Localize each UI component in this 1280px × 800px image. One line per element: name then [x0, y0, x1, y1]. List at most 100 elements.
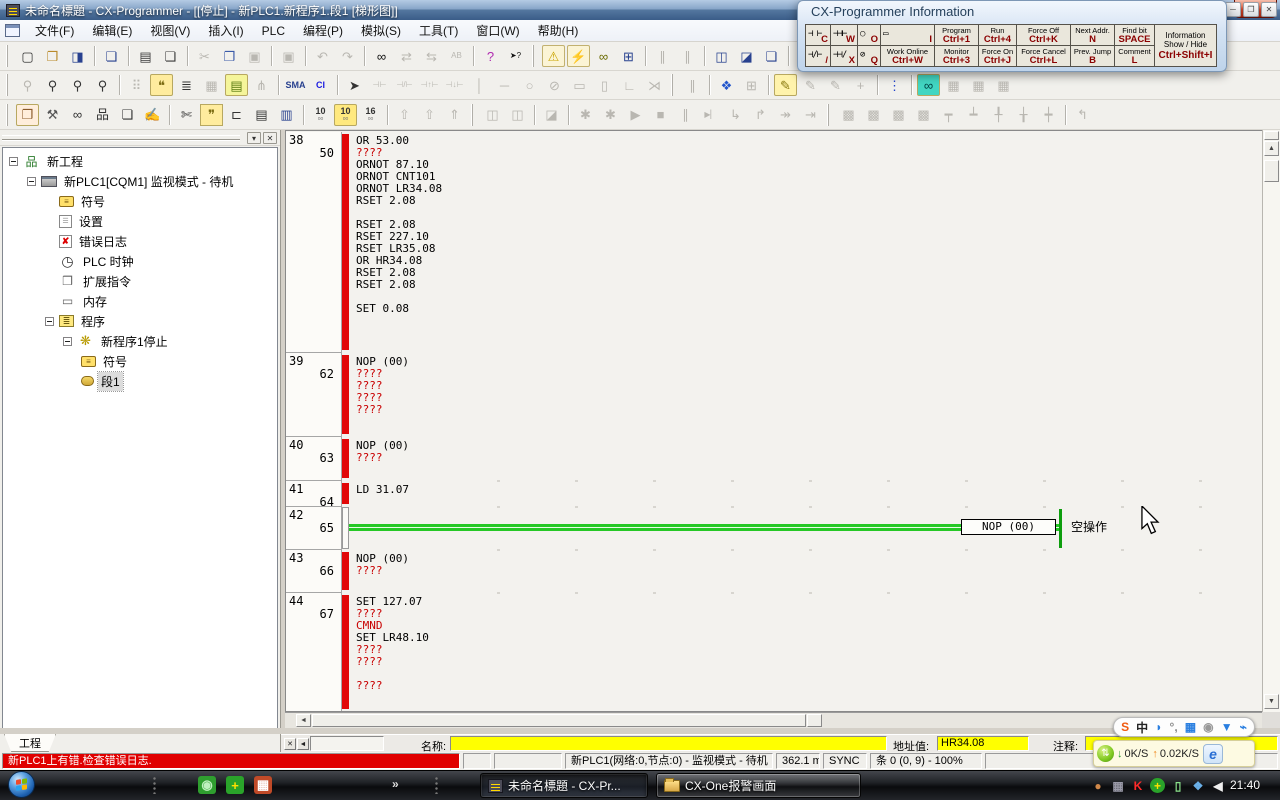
scroll-right-icon[interactable]: [807, 714, 822, 727]
power-plug-icon[interactable]: ▯: [1170, 778, 1186, 794]
expander-icon[interactable]: [63, 337, 72, 346]
rung-42-content[interactable]: NOP (00)空操作: [349, 507, 1262, 550]
rung-wrap-button[interactable]: ≣: [175, 74, 198, 96]
rung-38-number-cell[interactable]: 3850: [286, 132, 342, 353]
expander-icon[interactable]: [27, 177, 36, 186]
task-cx-programmer[interactable]: 未命名標題 - CX-Pr...: [480, 773, 648, 798]
mdi-restore-button[interactable]: ❐: [1243, 2, 1259, 17]
chinese-mode-icon[interactable]: 中: [1136, 719, 1148, 736]
rung-42-number-cell[interactable]: 4265: [286, 507, 342, 550]
vertical-scrollbar[interactable]: ▲ ▼: [1262, 130, 1280, 712]
scroll-down-icon[interactable]: ▼: [1264, 694, 1279, 709]
vertical-scroll-thumb[interactable]: [1264, 160, 1279, 182]
open-file-button[interactable]: ❐: [41, 45, 64, 67]
rung-44-number-cell[interactable]: 4467: [286, 593, 342, 712]
print-button[interactable]: ▤: [134, 45, 157, 67]
rung-40-number-cell[interactable]: 4063: [286, 437, 342, 481]
volume-icon[interactable]: ◀: [1210, 778, 1226, 794]
cross-reference-button[interactable]: 品: [91, 104, 114, 126]
menu-plc[interactable]: PLC: [253, 20, 294, 42]
monitor-hex-button[interactable]: 16oo: [359, 104, 382, 126]
menu-insert[interactable]: 插入(I): [199, 20, 252, 42]
tree-item-memory-node[interactable]: ▭内存: [3, 291, 277, 311]
scrollbar-split-button[interactable]: [1264, 131, 1279, 140]
save-button[interactable]: ◨: [66, 45, 89, 67]
zoom-reset-button[interactable]: ⚲: [91, 74, 114, 96]
print-preview-button[interactable]: ❏: [159, 45, 182, 67]
scroll-left-icon[interactable]: ◄: [296, 714, 311, 727]
build-button[interactable]: ⚒: [41, 104, 64, 126]
expander-icon[interactable]: [9, 157, 18, 166]
rung-split-button[interactable]: ✄: [175, 104, 198, 126]
task-cx-one-folder[interactable]: CX-One报警画面: [656, 773, 861, 798]
mdi-minimize-button[interactable]: ─: [1225, 2, 1241, 17]
monitor-signed-decimal-button[interactable]: 10oo: [334, 104, 357, 126]
menu-edit[interactable]: 编辑(E): [83, 20, 141, 42]
palette-icon[interactable]: ●: [1090, 778, 1106, 794]
transfer-warning-button[interactable]: ⊞: [617, 45, 640, 67]
rung-41-content[interactable]: LD 31.07: [349, 481, 1262, 507]
menu-simulation[interactable]: 模拟(S): [352, 20, 410, 42]
compile-check-button[interactable]: ∞: [592, 45, 615, 67]
compile-button[interactable]: ⚠: [542, 45, 565, 67]
find-window-button[interactable]: ∞: [66, 104, 89, 126]
name-field[interactable]: [450, 736, 887, 751]
workspace-pin-icon[interactable]: ▾: [247, 132, 261, 144]
project-tab[interactable]: 工程: [4, 734, 56, 752]
zoom-in-button[interactable]: ⚲: [66, 74, 89, 96]
new-file-button[interactable]: ▢: [16, 45, 39, 67]
horizontal-scroll-thumb[interactable]: [312, 714, 806, 727]
workspace-close-icon[interactable]: ✕: [263, 132, 277, 144]
monitor-decimal-button[interactable]: 10oo: [309, 104, 332, 126]
menu-view[interactable]: 视图(V): [141, 20, 199, 42]
menu-program[interactable]: 编程(P): [294, 20, 352, 42]
view-list-button[interactable]: ▤: [250, 104, 273, 126]
quick-launch-apps-icon[interactable]: ▦: [254, 776, 272, 794]
rung-41-number-cell[interactable]: 4164: [286, 481, 342, 507]
fullwidth-moon-icon[interactable]: ◗: [1155, 720, 1162, 734]
soft-keyboard-icon[interactable]: ▦: [1185, 720, 1196, 734]
tree-item-error-log-node[interactable]: ✘错误日志: [3, 231, 277, 251]
watch-prev-icon[interactable]: ◄: [297, 738, 309, 750]
ie-icon[interactable]: e: [1203, 744, 1223, 764]
ci-view-button[interactable]: CI: [309, 74, 332, 96]
hr-monitor-button[interactable]: ∞: [917, 74, 940, 96]
tree-item-settings-node[interactable]: ☰设置: [3, 211, 277, 231]
properties-button[interactable]: ✍: [141, 104, 164, 126]
scroll-up-icon[interactable]: ▲: [1264, 141, 1279, 156]
network-monitors-icon[interactable]: ❖: [1190, 778, 1206, 794]
rung-40-content[interactable]: NOP (00)????: [349, 437, 1262, 481]
tree-item-project-root[interactable]: 品新工程: [3, 151, 277, 171]
find-in-files-button[interactable]: ❏: [100, 45, 123, 67]
comment-edit-button[interactable]: ✎: [774, 74, 797, 96]
quick-launch-cx-one-icon[interactable]: +: [226, 776, 244, 794]
view-binary-button[interactable]: ▥: [275, 104, 298, 126]
kaspersky-icon[interactable]: K: [1130, 778, 1146, 794]
tree-item-symbols-node[interactable]: ≡符号: [3, 191, 277, 211]
rung-43-content[interactable]: NOP (00)????: [349, 550, 1262, 593]
copy-button[interactable]: ❐: [218, 45, 241, 67]
rung-shading-button[interactable]: ▤: [225, 74, 248, 96]
help-button[interactable]: ?: [479, 45, 502, 67]
rung-44-content[interactable]: SET 127.07????CMNDSET LR48.10???????????…: [349, 593, 1262, 712]
rung-39-number-cell[interactable]: 3962: [286, 353, 342, 437]
tree-item-program1-symbols-node[interactable]: ≡符号: [3, 351, 277, 371]
zoom-out-button[interactable]: ⚲: [41, 74, 64, 96]
taskbar-grip-2[interactable]: [434, 776, 439, 794]
address-reference-button[interactable]: ❖: [715, 74, 738, 96]
io-comment-button[interactable]: ⋮: [883, 74, 906, 96]
menu-help[interactable]: 帮助(H): [529, 20, 588, 42]
download-button[interactable]: ◫: [710, 45, 733, 67]
rung-38-content[interactable]: OR 53.00????ORNOT 87.10ORNOT CNT101ORNOT…: [349, 132, 1262, 353]
rung-comment-button[interactable]: ❞: [200, 104, 223, 126]
workspace-grip[interactable]: [2, 135, 240, 140]
compare-button[interactable]: ❏: [760, 45, 783, 67]
find-button[interactable]: ∞: [370, 45, 393, 67]
menu-file[interactable]: 文件(F): [26, 20, 83, 42]
menu-window[interactable]: 窗口(W): [467, 20, 528, 42]
tree-item-program1-node[interactable]: ❋新程序1停止: [3, 331, 277, 351]
context-help-button[interactable]: ➤?: [504, 45, 527, 67]
watch-close-icon[interactable]: ✕: [284, 738, 296, 750]
tree-item-plc-node[interactable]: 新PLC1[CQM1] 监视模式 - 待机: [3, 171, 277, 191]
tree-item-plc-clock-node[interactable]: ◷PLC 时钟: [3, 251, 277, 271]
